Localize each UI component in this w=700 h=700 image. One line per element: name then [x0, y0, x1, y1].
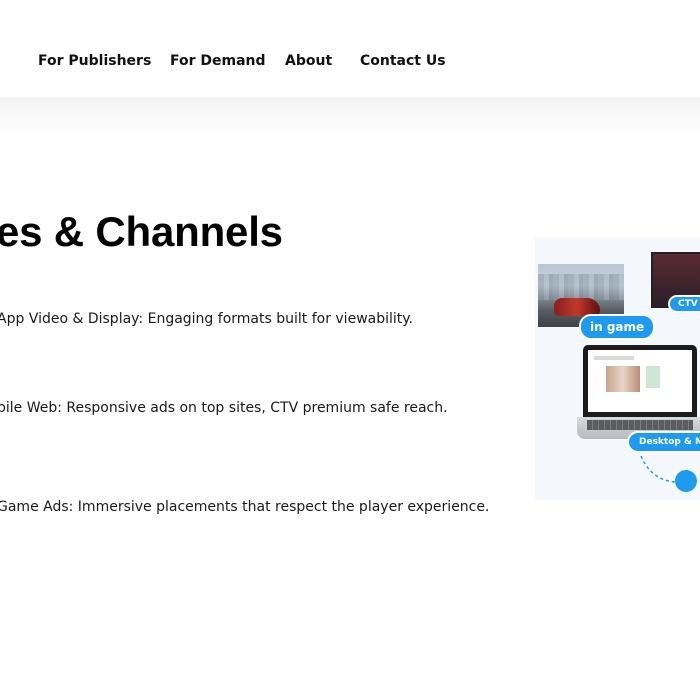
section-title: es & Channels: [0, 208, 283, 255]
page: For Publishers For Demand About Contact …: [0, 0, 700, 700]
screen-photo: [606, 366, 640, 392]
feature-game-ads: Game Ads: Immersive placements that resp…: [0, 499, 490, 515]
ctv-badge: CTV: [668, 295, 700, 313]
in-game-badge: in game: [579, 314, 656, 340]
nav-about[interactable]: About: [285, 53, 332, 69]
screen-header-bar: [594, 356, 634, 360]
header-shadow: [0, 97, 700, 137]
keyboard-keys: [587, 420, 693, 430]
nav-for-demand[interactable]: For Demand: [170, 53, 266, 69]
screen-sidebar: [646, 366, 660, 388]
laptop-screen: [588, 350, 692, 412]
desktop-mobile-badge: Desktop & Mo: [627, 431, 700, 453]
feature-mobile-web: bile Web: Responsive ads on top sites, C…: [0, 400, 448, 416]
accent-dot: [675, 470, 697, 492]
channels-illustration: in game CTV Desktop & Mo: [535, 238, 700, 500]
site-header: For Publishers For Demand About Contact …: [0, 0, 700, 97]
city-skyline: [538, 274, 624, 300]
laptop-icon: [583, 345, 697, 417]
nav-contact-us[interactable]: Contact Us: [360, 53, 446, 69]
nav-for-publishers[interactable]: For Publishers: [38, 53, 151, 69]
feature-app-video-display: App Video & Display: Engaging formats bu…: [0, 311, 414, 327]
